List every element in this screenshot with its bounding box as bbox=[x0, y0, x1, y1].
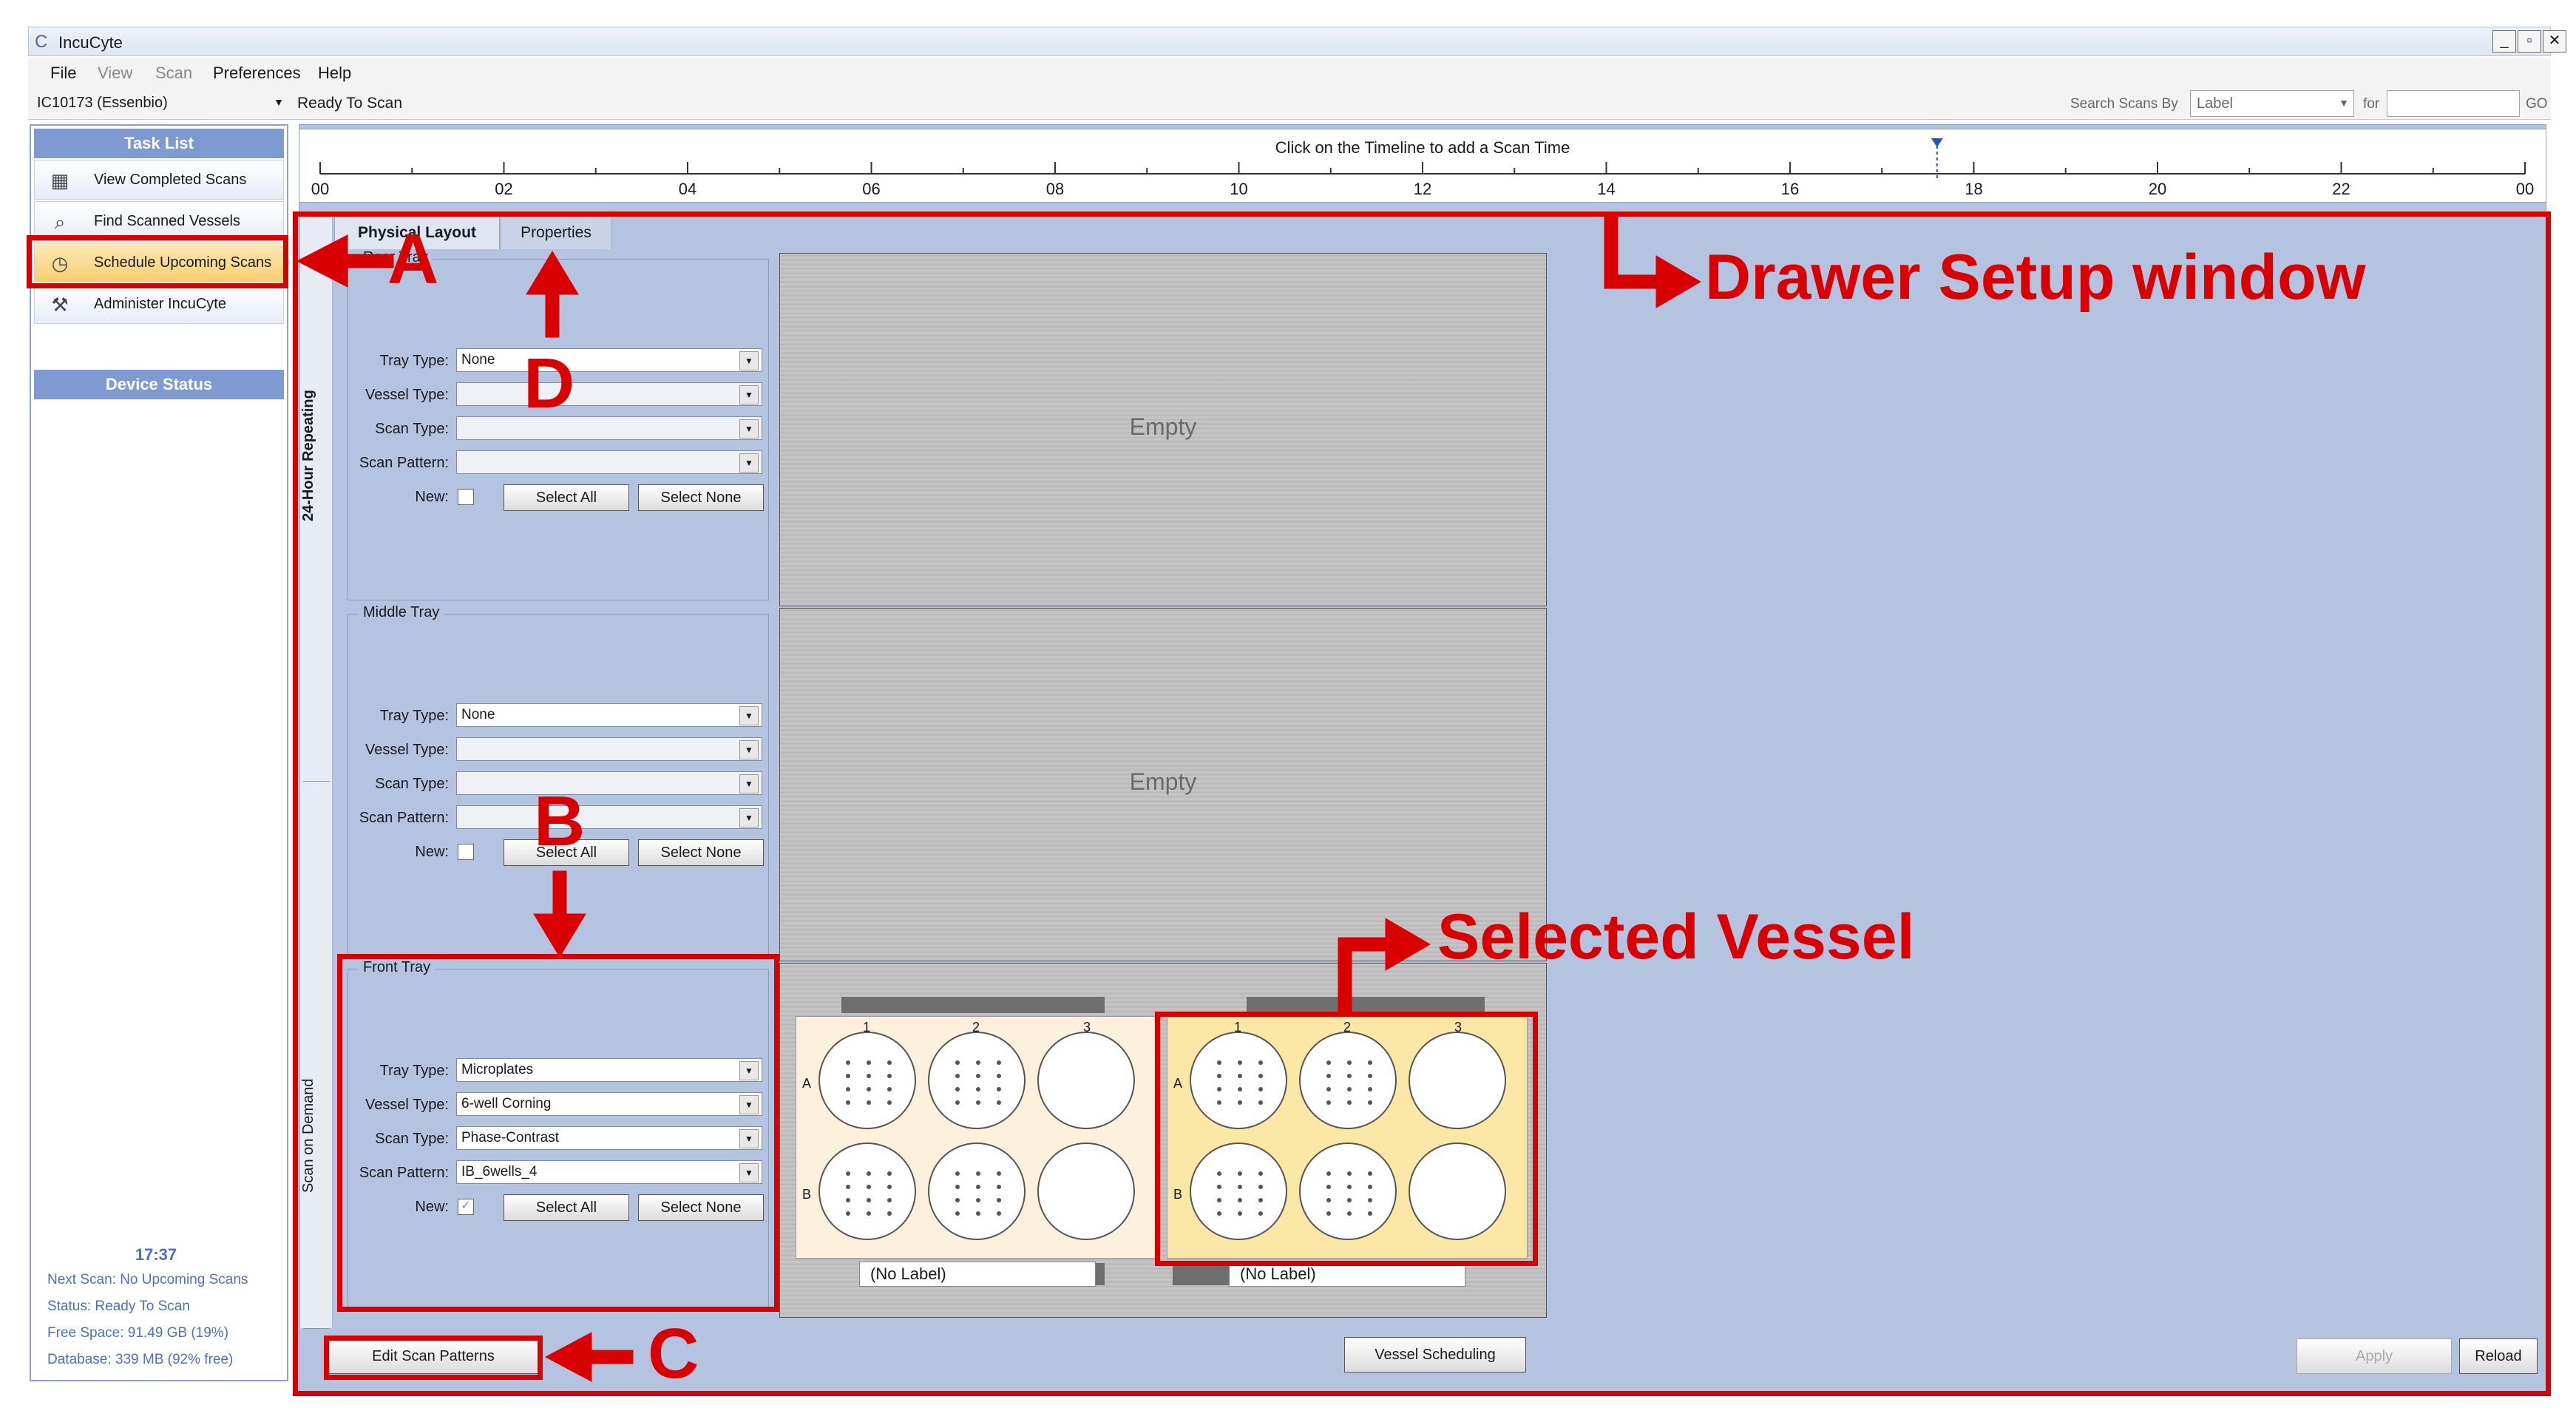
annotation-arrowhead-drawer bbox=[1655, 255, 1701, 308]
annotation-label-a: A bbox=[387, 220, 439, 299]
annotation-label-c: C bbox=[648, 1314, 699, 1393]
annotation-arrows bbox=[296, 214, 1701, 1382]
annotation-arrow-selected bbox=[1338, 937, 1391, 952]
annotation-label-drawer: Drawer Setup window bbox=[1705, 242, 2366, 313]
annotation-label-b: B bbox=[534, 782, 586, 861]
annotation-arrowhead-selected bbox=[1385, 918, 1431, 971]
annotation-label-d: D bbox=[523, 344, 575, 423]
annotation-arrowhead-d bbox=[526, 251, 579, 295]
annotation-arrow-d bbox=[545, 289, 560, 338]
annotation-arrowhead-c bbox=[544, 1332, 592, 1382]
annotation-arrowhead-b bbox=[533, 913, 586, 958]
annotation-label-selected: Selected Vessel bbox=[1437, 901, 1915, 972]
annotation-arrowhead-a bbox=[296, 234, 348, 288]
